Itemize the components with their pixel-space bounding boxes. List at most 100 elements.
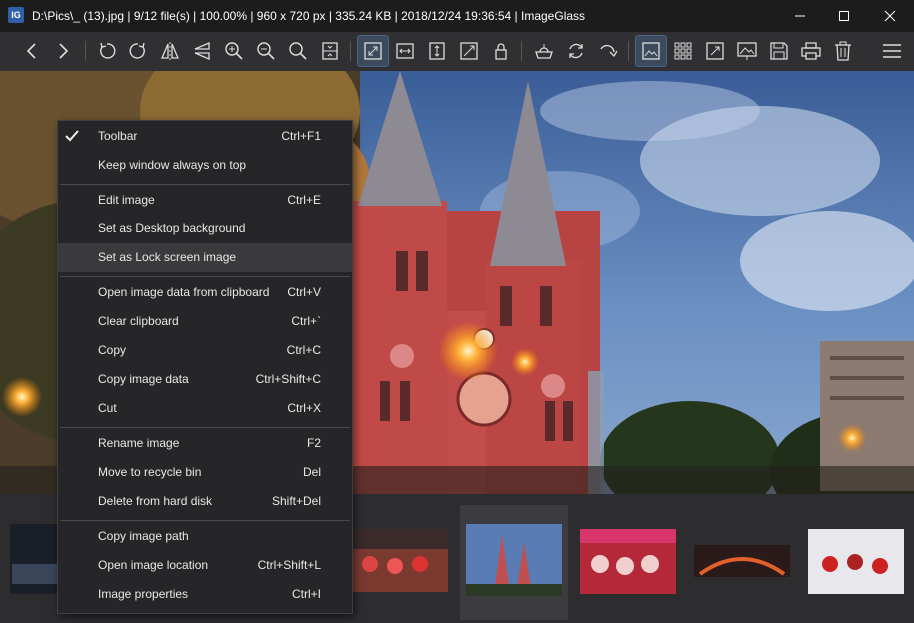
main-menu-icon — [883, 44, 901, 58]
menu-item-open-location[interactable]: Open image location Ctrl+Shift+L — [58, 551, 352, 580]
zoom-out-button[interactable] — [251, 36, 281, 66]
zoom-in-button[interactable] — [219, 36, 249, 66]
menu-item-shortcut: Ctrl+C — [286, 343, 321, 357]
zoom-to-fit-button[interactable] — [283, 36, 313, 66]
goto-icon — [600, 44, 618, 58]
refresh-button[interactable] — [561, 36, 591, 66]
menu-item-keep-on-top[interactable]: Keep window always on top — [58, 151, 352, 180]
delete-icon — [835, 41, 851, 61]
forward-button[interactable] — [48, 36, 78, 66]
delete-button[interactable] — [828, 36, 858, 66]
menu-item-label: Copy image path — [98, 529, 189, 543]
context-menu: Toolbar Ctrl+F1 Keep window always on top… — [57, 120, 353, 614]
menu-item-shortcut: Ctrl+V — [287, 285, 321, 299]
scale-100-button[interactable] — [315, 36, 345, 66]
menu-item-label: Toolbar — [98, 129, 138, 143]
menu-item-shortcut: Ctrl+Shift+C — [255, 372, 321, 386]
thumbnail-2[interactable] — [352, 529, 448, 592]
save-button[interactable] — [764, 36, 794, 66]
rotate-left-button[interactable] — [92, 36, 122, 66]
menu-separator — [60, 520, 350, 521]
menu-separator — [60, 276, 350, 277]
flip-vertical-icon — [194, 42, 210, 60]
menu-item-shortcut: Ctrl+I — [291, 587, 321, 601]
scale-to-width-button[interactable] — [390, 36, 420, 66]
menu-item-copy-path[interactable]: Copy image path — [58, 522, 352, 551]
back-icon — [26, 43, 36, 59]
save-icon — [770, 42, 788, 60]
menu-item-shortcut: Ctrl+X — [287, 401, 321, 415]
slideshow-icon — [737, 42, 757, 60]
auto-zoom-icon — [364, 42, 382, 60]
menu-item-label: Open image location — [98, 558, 209, 572]
menu-item-label: Image properties — [98, 587, 189, 601]
minimize-icon — [795, 15, 805, 17]
menu-item-edit-image[interactable]: Edit image Ctrl+E — [58, 186, 352, 215]
minimize-button[interactable] — [777, 0, 823, 32]
close-icon — [884, 10, 896, 22]
maximize-icon — [839, 11, 849, 21]
slideshow-button[interactable] — [732, 36, 762, 66]
goto-button[interactable] — [593, 36, 623, 66]
menu-item-rename[interactable]: Rename image F2 — [58, 429, 352, 458]
menu-item-label: Move to recycle bin — [98, 465, 202, 479]
rotate-right-icon — [129, 42, 145, 59]
menu-item-shortcut: Ctrl+F1 — [281, 129, 321, 143]
menu-item-recycle-bin[interactable]: Move to recycle bin Del — [58, 458, 352, 487]
menu-item-open-from-clipboard[interactable]: Open image data from clipboard Ctrl+V — [58, 278, 352, 307]
zoom-in-icon — [225, 42, 243, 60]
fullscreen-button[interactable] — [700, 36, 730, 66]
menu-item-toolbar[interactable]: Toolbar Ctrl+F1 — [58, 122, 352, 151]
scale-to-fill-button[interactable] — [454, 36, 484, 66]
rotate-left-icon — [100, 42, 116, 59]
thumbnail-4[interactable] — [580, 529, 676, 594]
print-icon — [801, 42, 821, 60]
fullscreen-icon — [706, 42, 724, 60]
scale-to-height-icon — [429, 42, 445, 60]
menu-item-label: Delete from hard disk — [98, 494, 213, 508]
menu-item-delete-from-disk[interactable]: Delete from hard disk Shift+Del — [58, 487, 352, 516]
auto-zoom-button[interactable] — [357, 35, 389, 67]
lock-zoom-button[interactable] — [486, 36, 516, 66]
menu-item-set-desktop-background[interactable]: Set as Desktop background — [58, 214, 352, 243]
menu-item-shortcut: Del — [302, 465, 321, 479]
open-with-button[interactable] — [529, 36, 559, 66]
menu-item-label: Set as Lock screen image — [98, 250, 237, 264]
flip-horizontal-button[interactable] — [155, 36, 185, 66]
menu-item-shortcut: Ctrl+E — [287, 193, 321, 207]
flip-horizontal-icon — [161, 42, 179, 60]
print-button[interactable] — [796, 36, 826, 66]
checkerboard-button[interactable] — [668, 36, 698, 66]
close-button[interactable] — [867, 0, 913, 32]
scale-to-height-button[interactable] — [422, 36, 452, 66]
back-button[interactable] — [17, 36, 47, 66]
rotate-right-button[interactable] — [123, 36, 153, 66]
main-menu-button[interactable] — [877, 36, 907, 66]
menu-item-set-lock-screen[interactable]: Set as Lock screen image — [58, 243, 352, 272]
thumbnail-6[interactable] — [808, 529, 904, 594]
menu-item-label: Cut — [98, 401, 117, 415]
menu-item-label: Keep window always on top — [98, 158, 247, 172]
toolbar — [0, 32, 914, 72]
zoom-to-fit-icon — [289, 42, 307, 60]
menu-item-image-properties[interactable]: Image properties Ctrl+I — [58, 580, 352, 609]
window-title: D:\Pics\_ (13).jpg | 9/12 file(s) | 100.… — [32, 9, 586, 23]
menu-separator — [60, 184, 350, 185]
title-bar[interactable]: IG D:\Pics\_ (13).jpg | 9/12 file(s) | 1… — [0, 0, 914, 32]
thumbnail-3[interactable] — [466, 524, 562, 596]
thumbnail-bar-button[interactable] — [635, 35, 667, 67]
menu-item-cut[interactable]: Cut Ctrl+X — [58, 394, 352, 423]
menu-item-clear-clipboard[interactable]: Clear clipboard Ctrl+` — [58, 307, 352, 336]
scale-to-fill-icon — [460, 42, 478, 60]
forward-icon — [59, 43, 69, 59]
thumbnail-bar-icon — [642, 42, 660, 60]
flip-vertical-button[interactable] — [187, 36, 217, 66]
menu-item-shortcut: Shift+Del — [271, 494, 321, 508]
menu-item-label: Clear clipboard — [98, 314, 179, 328]
menu-item-copy[interactable]: Copy Ctrl+C — [58, 336, 352, 365]
thumbnail-5[interactable] — [694, 545, 790, 577]
open-with-icon — [535, 44, 553, 59]
menu-item-copy-image-data[interactable]: Copy image data Ctrl+Shift+C — [58, 365, 352, 394]
maximize-button[interactable] — [821, 0, 867, 32]
app-icon: IG — [8, 7, 24, 23]
